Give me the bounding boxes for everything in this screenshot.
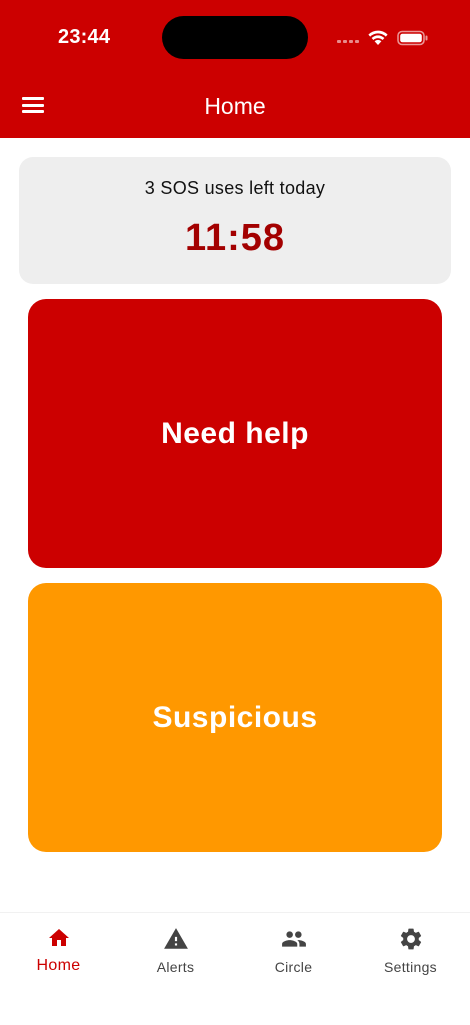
sos-status-card: 3 SOS uses left today 11:58	[19, 157, 451, 284]
people-icon	[281, 931, 306, 947]
nav-item-alerts[interactable]: Alerts	[117, 913, 234, 993]
page-title: Home	[204, 93, 266, 119]
gear-icon	[400, 928, 421, 950]
nav-label-home: Home	[36, 957, 81, 974]
warning-icon	[163, 928, 188, 949]
dynamic-island	[162, 16, 308, 59]
nav-label-settings: Settings	[384, 959, 437, 975]
wifi-icon	[368, 30, 388, 45]
bottom-navigation-bar: Home Alerts Circle Settings	[0, 912, 470, 1025]
nav-item-circle[interactable]: Circle	[235, 913, 352, 993]
cellular-signal-icon	[337, 40, 359, 43]
nav-item-settings[interactable]: Settings	[352, 913, 469, 993]
home-icon	[48, 929, 69, 946]
app-bar: 23:44 Home	[0, 0, 470, 138]
sos-countdown-timer: 11:58	[184, 217, 286, 259]
need-help-label: Need help	[161, 416, 309, 450]
suspicious-button[interactable]: Suspicious	[28, 583, 442, 852]
need-help-button[interactable]: Need help	[28, 299, 442, 568]
battery-icon	[397, 30, 428, 46]
nav-item-home[interactable]: Home	[0, 913, 117, 993]
status-bar-time: 23:44	[58, 26, 111, 48]
sos-uses-left-text: 3 SOS uses left today	[144, 178, 326, 198]
nav-label-circle: Circle	[274, 959, 313, 975]
nav-label-alerts: Alerts	[156, 959, 195, 975]
suspicious-label: Suspicious	[152, 700, 318, 734]
